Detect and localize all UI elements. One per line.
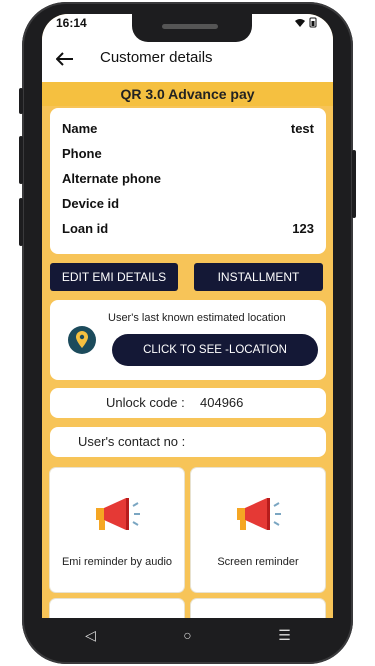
info-row-phone: Phone	[62, 146, 102, 161]
nav-recents-button[interactable]: ☰	[265, 627, 305, 644]
location-caption: User's last known estimated location	[108, 312, 286, 324]
installment-button[interactable]: INSTALLMENT	[194, 263, 323, 291]
plan-banner: QR 3.0 Advance pay	[42, 82, 333, 106]
info-row-alternate-phone: Alternate phone	[62, 171, 161, 186]
feature-tile[interactable]	[50, 599, 184, 618]
feature-tile[interactable]	[191, 599, 325, 618]
unlock-code-label: Unlock code :	[106, 395, 185, 410]
camera-notch	[132, 14, 252, 42]
location-card: User's last known estimated location CLI…	[50, 300, 326, 380]
contact-card: User's contact no :	[50, 427, 326, 457]
emi-reminder-audio-tile[interactable]: Emi reminder by audio	[50, 468, 184, 592]
power-button	[352, 150, 356, 218]
back-arrow-icon[interactable]	[52, 46, 78, 72]
status-time: 16:14	[56, 16, 87, 30]
info-row-name: Name test	[62, 121, 314, 136]
tile-label: Emi reminder by audio	[61, 556, 173, 568]
customer-info-card: Name test Phone Alternate phone Device id…	[50, 108, 326, 254]
tile-label: Screen reminder	[217, 556, 299, 568]
megaphone-icon	[96, 498, 140, 530]
see-location-button[interactable]: CLICK TO SEE -LOCATION	[112, 334, 318, 366]
contact-label: User's contact no :	[78, 434, 186, 449]
nav-home-button[interactable]: ○	[168, 627, 208, 643]
volume-down-button	[19, 198, 23, 246]
page-title: Customer details	[100, 49, 213, 66]
edit-emi-details-button[interactable]: EDIT EMI DETAILS	[50, 263, 178, 291]
unlock-code-card: Unlock code : 404966	[50, 388, 326, 418]
megaphone-icon	[237, 498, 281, 530]
app-bar: Customer details	[42, 36, 333, 82]
unlock-code-value: 404966	[200, 395, 244, 410]
volume-up-button	[19, 136, 23, 184]
screen-reminder-tile[interactable]: Screen reminder	[191, 468, 325, 592]
system-nav-bar: ◁ ○ ☰	[42, 618, 333, 652]
status-icons	[294, 17, 317, 31]
nav-back-button[interactable]: ◁	[71, 627, 111, 644]
info-row-device-id: Device id	[62, 196, 120, 211]
wifi-icon	[294, 19, 305, 27]
info-row-loan-id: Loan id 123	[62, 221, 314, 236]
battery-icon	[309, 17, 317, 28]
location-pin-icon	[68, 326, 96, 354]
screen: 16:14 Customer details QR 3.0 Advance pa…	[42, 14, 333, 618]
volume-button	[19, 88, 23, 114]
